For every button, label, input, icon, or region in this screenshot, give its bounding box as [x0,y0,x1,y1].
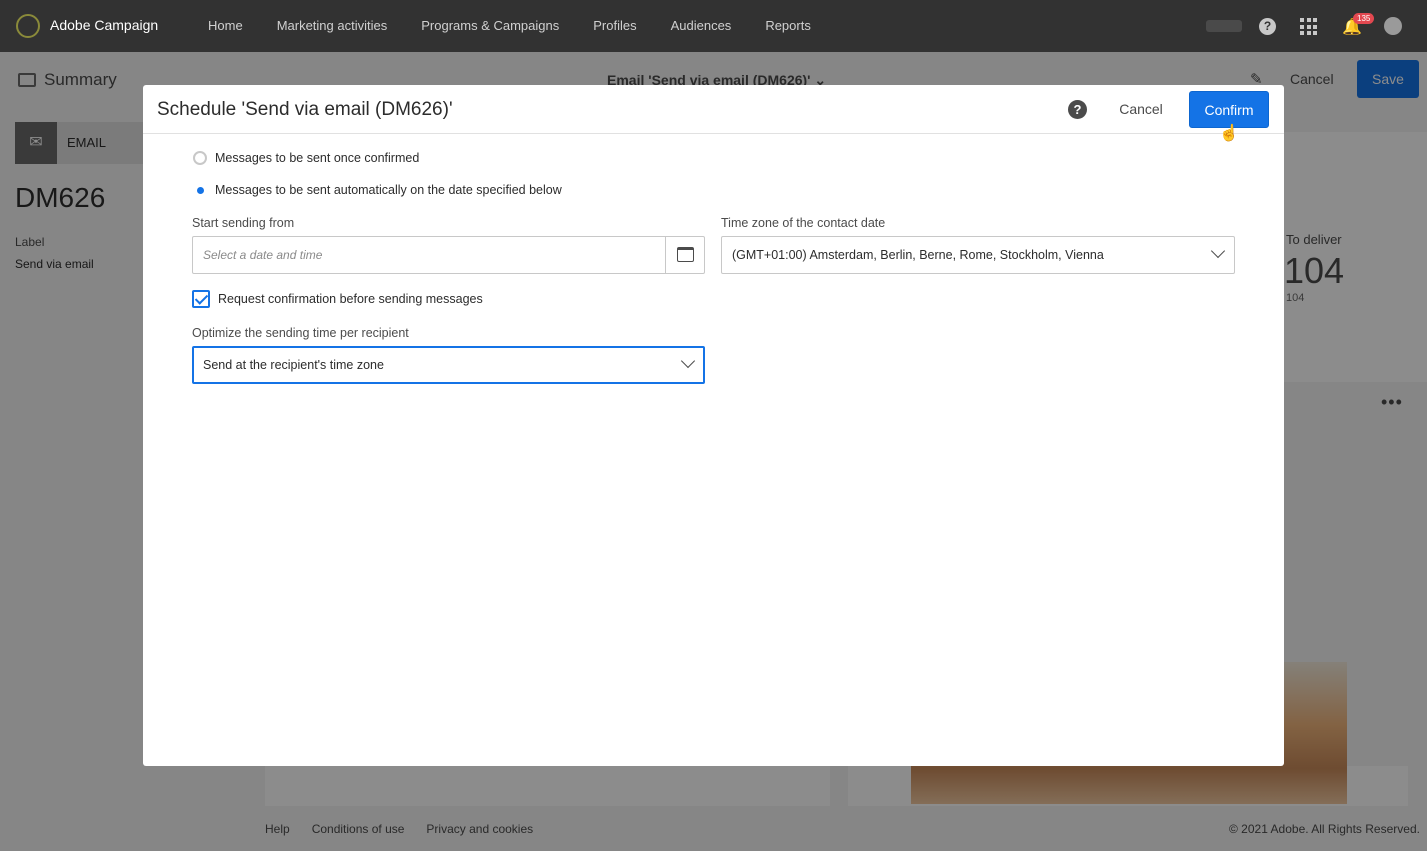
timezone-label: Time zone of the contact date [721,216,886,230]
nav-home[interactable]: Home [208,18,243,33]
calendar-icon [677,247,694,262]
radio-send-once[interactable]: Messages to be sent once confirmed [193,151,419,165]
chevron-down-icon [680,353,696,369]
chevron-down-icon [1210,243,1226,259]
nav-marketing-activities[interactable]: Marketing activities [277,18,388,33]
top-bar: Adobe Campaign Home Marketing activities… [0,0,1427,52]
start-sending-label: Start sending from [192,216,295,230]
brand-name[interactable]: Adobe Campaign [50,17,158,33]
radio-button[interactable] [193,151,207,165]
help-icon[interactable]: ? [1259,18,1276,35]
radio-button-checked[interactable] [193,183,207,197]
optimize-select[interactable]: Send at the recipient's time zone [192,346,705,384]
help-icon[interactable]: ? [1068,100,1087,119]
calendar-button[interactable] [665,236,705,274]
nav-programs-campaigns[interactable]: Programs & Campaigns [421,18,559,33]
adobe-campaign-logo-icon[interactable] [16,14,40,38]
cancel-button[interactable]: Cancel [1108,92,1174,126]
organization-switcher[interactable] [1206,20,1242,32]
optimize-label: Optimize the sending time per recipient [192,326,409,340]
schedule-dialog: Schedule 'Send via email (DM626)' ? Canc… [143,85,1284,766]
notification-badge: 135 [1353,13,1375,24]
timezone-value: (GMT+01:00) Amsterdam, Berlin, Berne, Ro… [732,248,1104,262]
hand-cursor-icon: ☝ [1219,125,1239,142]
radio-send-automatically-label: Messages to be sent automatically on the… [215,183,562,197]
avatar[interactable] [1384,17,1402,35]
request-confirmation-label: Request confirmation before sending mess… [218,292,483,306]
nav-reports[interactable]: Reports [765,18,811,33]
main-nav: Home Marketing activities Programs & Cam… [208,18,811,33]
start-date-input[interactable] [192,236,666,274]
apps-grid-icon[interactable] [1300,18,1317,35]
optimize-value: Send at the recipient's time zone [203,358,384,372]
dialog-title: Schedule 'Send via email (DM626)' [157,99,453,120]
radio-send-once-label: Messages to be sent once confirmed [215,151,420,165]
nav-profiles[interactable]: Profiles [593,18,636,33]
dialog-header: Schedule 'Send via email (DM626)' ? Canc… [143,85,1284,142]
request-confirmation-checkbox[interactable] [192,290,210,308]
timezone-select[interactable]: (GMT+01:00) Amsterdam, Berlin, Berne, Ro… [721,236,1235,274]
nav-audiences[interactable]: Audiences [671,18,732,33]
radio-send-automatically[interactable]: Messages to be sent automatically on the… [193,183,562,197]
request-confirmation-checkbox-row[interactable]: Request confirmation before sending mess… [192,290,483,308]
